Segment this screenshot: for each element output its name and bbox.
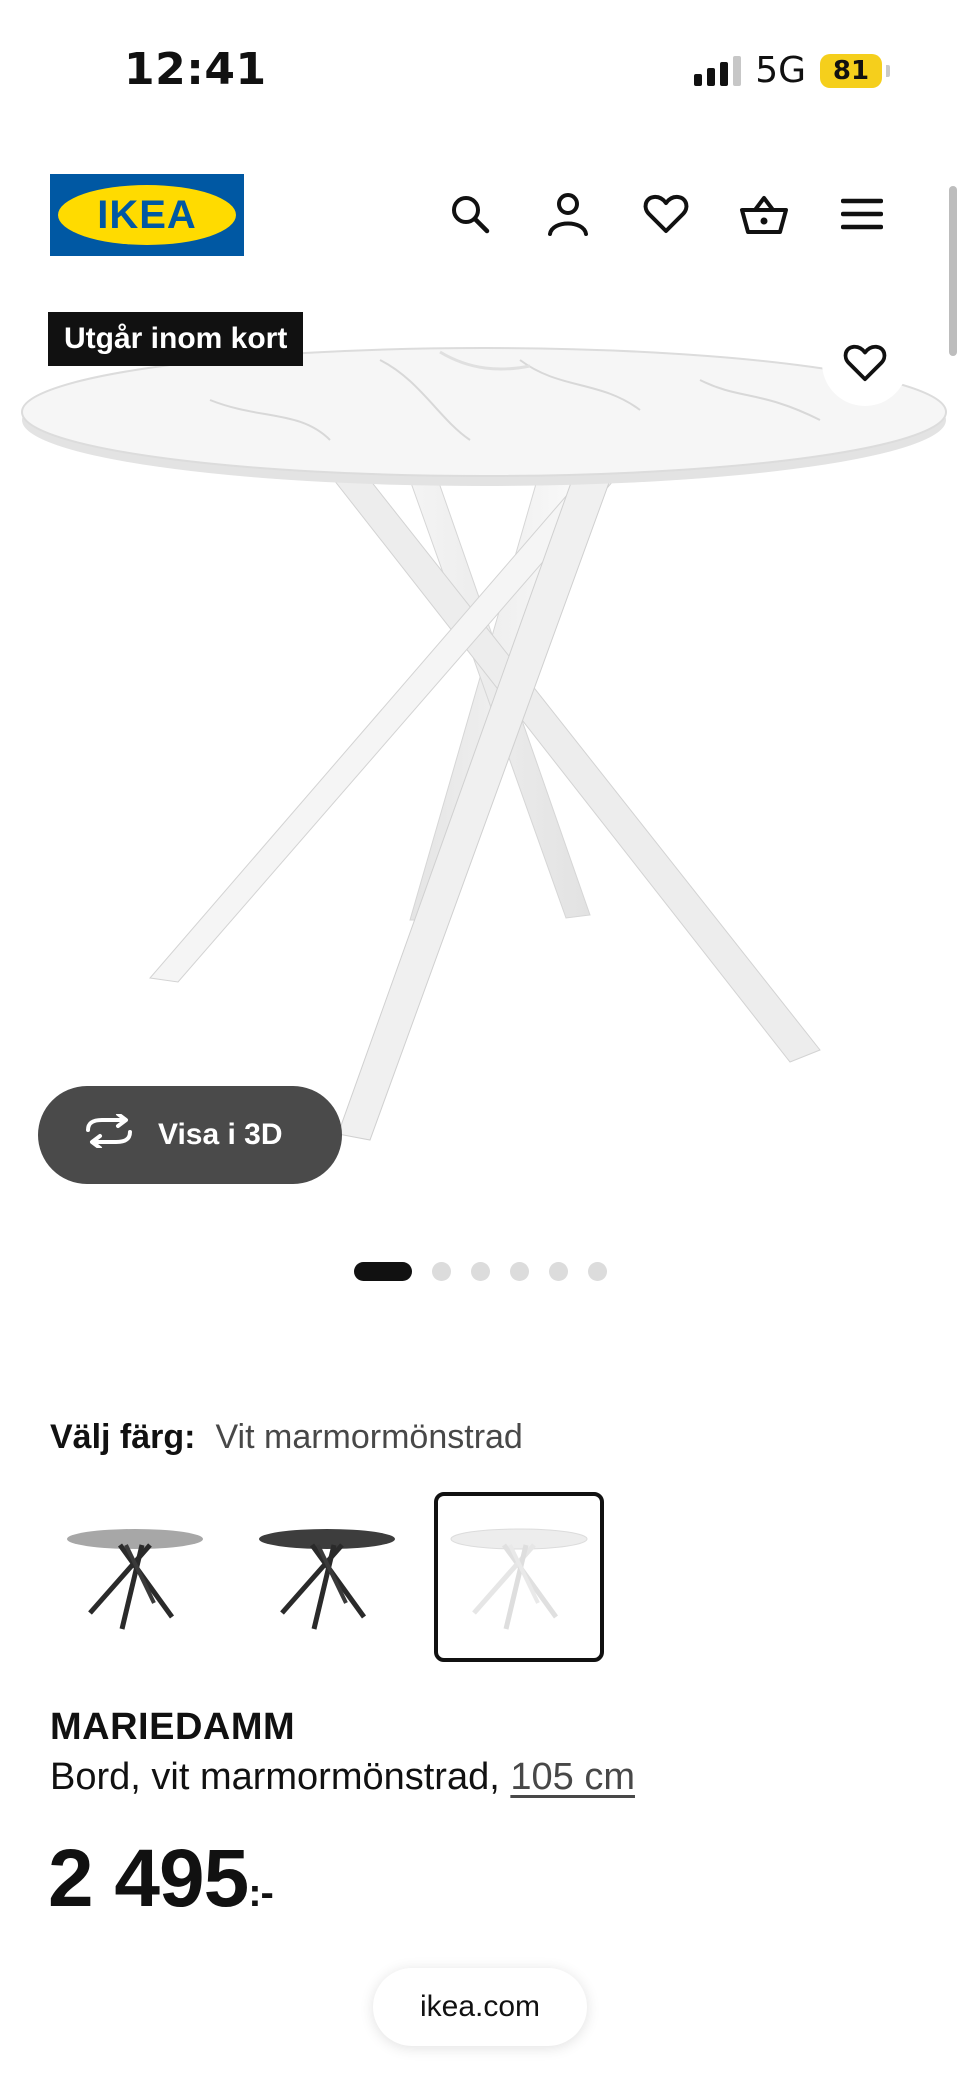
status-time: 12:41 [124, 44, 267, 95]
rotate-3d-icon [82, 1112, 136, 1156]
price-value: 2 495 [48, 1833, 249, 1924]
selected-color: Vit marmormönstrad [215, 1418, 523, 1456]
image-pagination [0, 1262, 960, 1281]
product-description: Bord, vit marmormönstrad, 105 cm [50, 1756, 635, 1799]
menu-icon[interactable] [834, 186, 890, 242]
favorites-icon[interactable] [638, 186, 694, 242]
swatch-grey-marble[interactable] [50, 1492, 220, 1662]
logo-oval: IKEA [58, 185, 236, 245]
color-swatches [50, 1492, 604, 1662]
swatch-white-marble[interactable] [434, 1492, 604, 1662]
battery-icon: 81 [820, 53, 890, 88]
view-3d-label: Visa i 3D [158, 1118, 283, 1151]
account-icon[interactable] [540, 186, 596, 242]
product-price: 2 495:- [48, 1832, 274, 1926]
pagination-dot[interactable] [548, 1262, 568, 1281]
pagination-dot[interactable] [587, 1262, 607, 1281]
view-3d-button[interactable]: Visa i 3D [38, 1086, 342, 1184]
status-badge: Utgår inom kort [48, 312, 304, 366]
ikea-logo[interactable]: IKEA [50, 174, 244, 256]
heart-icon [843, 344, 887, 382]
logo-text: IKEA [97, 192, 197, 237]
favorite-button[interactable] [822, 320, 908, 406]
color-selector-label: Välj färg: Vit marmormönstrad [50, 1418, 523, 1457]
pagination-dot[interactable] [470, 1262, 490, 1281]
product-name: MARIEDAMM [50, 1706, 296, 1748]
header-actions [442, 186, 890, 242]
status-indicators: 5G 81 [694, 50, 890, 91]
signal-icon [694, 55, 742, 86]
pagination-dot[interactable] [353, 1262, 412, 1281]
cart-icon[interactable] [736, 186, 792, 242]
network-label: 5G [755, 50, 806, 91]
pagination-dot[interactable] [509, 1262, 529, 1281]
price-suffix: :- [248, 1871, 274, 1915]
browser-url-bar[interactable]: ikea.com [373, 1968, 587, 2046]
color-label: Välj färg: [50, 1418, 196, 1456]
search-icon[interactable] [442, 186, 498, 242]
pagination-dot[interactable] [431, 1262, 451, 1281]
product-type: Bord, vit marmormönstrad, [50, 1756, 500, 1798]
swatch-dark-grey[interactable] [242, 1492, 412, 1662]
product-size-link[interactable]: 105 cm [510, 1756, 635, 1798]
